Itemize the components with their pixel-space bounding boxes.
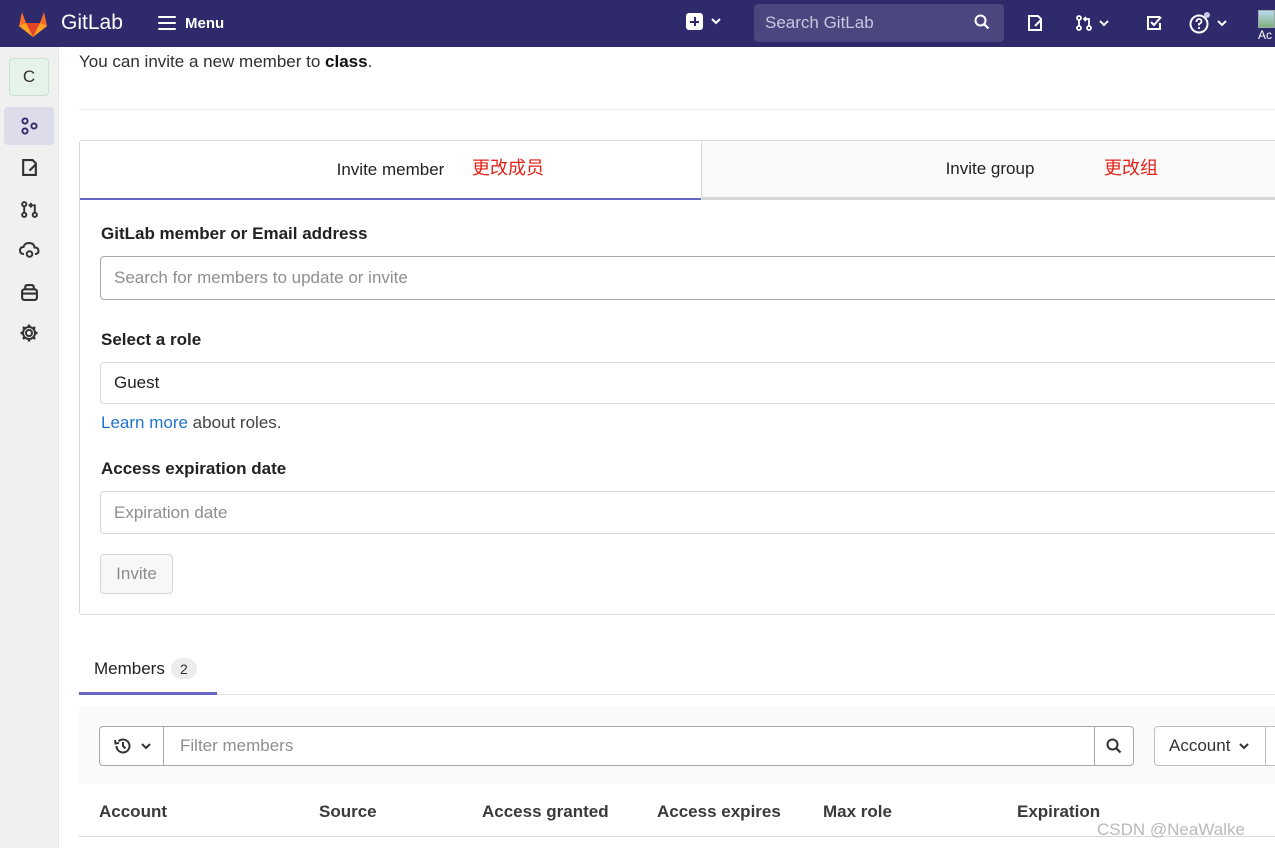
recent-searches-button[interactable] — [99, 726, 164, 766]
expiration-date-input[interactable] — [101, 492, 1275, 533]
expiration-field-label: Access expiration date — [101, 459, 287, 478]
search-icon — [1106, 738, 1122, 754]
chevron-down-icon — [711, 18, 721, 25]
column-header-access-expires[interactable]: Access expires — [657, 802, 781, 822]
tab-members[interactable]: Members 2 — [79, 645, 217, 695]
merge-request-icon — [20, 200, 38, 218]
brand-name[interactable]: GitLab — [61, 11, 123, 35]
search-icon — [974, 14, 990, 30]
members-filter-bar: Account — [79, 706, 1275, 784]
issues-icon — [21, 158, 37, 176]
member-search-input[interactable] — [101, 257, 1275, 299]
members-count-badge: 2 — [170, 658, 197, 679]
sidebar-item-merge-requests[interactable] — [4, 190, 54, 228]
project-overview-icon — [21, 117, 38, 135]
learn-more-text: Learn more about roles. — [101, 413, 282, 432]
sidebar-item-issues[interactable] — [4, 148, 54, 186]
user-avatar[interactable]: Ac — [1258, 10, 1275, 46]
column-header-max-role[interactable]: Max role — [823, 802, 892, 822]
divider — [217, 694, 1275, 695]
chevron-down-icon — [1099, 19, 1109, 26]
project-avatar[interactable]: C — [9, 58, 49, 96]
annotation-note: 更改成员 — [472, 158, 544, 179]
learn-more-link[interactable]: Learn more — [101, 413, 188, 432]
filter-field — [163, 726, 1095, 766]
new-dropdown-button[interactable] — [686, 13, 721, 30]
menu-button[interactable]: Menu — [158, 11, 224, 35]
search-box — [754, 4, 1004, 42]
column-header-source[interactable]: Source — [319, 802, 377, 822]
chevron-down-icon — [141, 742, 151, 749]
help-nav-button[interactable] — [1189, 11, 1227, 35]
sort-direction-button[interactable] — [1265, 726, 1275, 766]
invite-card: Invite member 更改成员 Invite group 更改组 GitL… — [79, 140, 1275, 615]
invite-intro-text: You can invite a new member to class. — [79, 52, 373, 71]
menu-label: Menu — [185, 14, 225, 32]
member-field-label: GitLab member or Email address — [101, 224, 368, 243]
sort-label: Account — [1169, 736, 1231, 755]
sidebar-item-project-overview[interactable] — [4, 107, 54, 145]
invite-button[interactable]: Invite — [100, 554, 173, 594]
divider — [79, 109, 1275, 110]
column-header-account[interactable]: Account — [99, 802, 167, 822]
members-tab-label: Members — [94, 658, 165, 678]
filter-search-button[interactable] — [1094, 726, 1134, 766]
settings-icon — [20, 324, 38, 342]
tab-invite-member[interactable]: Invite member 更改成员 — [80, 141, 701, 200]
tab-label: Invite member — [336, 159, 445, 179]
chevron-down-icon — [1239, 742, 1250, 749]
project-name: class — [325, 52, 368, 71]
chevron-down-icon — [1217, 19, 1227, 26]
left-sidebar: C — [0, 47, 59, 848]
watermark: CSDN @NeaWalke — [1097, 820, 1245, 839]
issues-icon — [1028, 15, 1042, 31]
avatar-image — [1258, 10, 1275, 28]
merge-request-icon — [1076, 15, 1092, 31]
avatar-alt-text: Ac — [1258, 28, 1273, 42]
sidebar-item-deployments[interactable] — [4, 231, 54, 269]
todos-nav-button[interactable] — [1145, 11, 1163, 35]
tab-label: Invite group — [945, 159, 1035, 178]
todo-check-icon — [1147, 16, 1162, 30]
top-navbar: GitLab Menu Ac — [0, 0, 1275, 47]
member-field — [100, 256, 1275, 300]
hamburger-icon — [158, 16, 176, 30]
role-select[interactable]: Guest — [100, 362, 1275, 404]
filter-members-input[interactable] — [164, 727, 1094, 765]
annotation-note: 更改组 — [1103, 158, 1158, 179]
column-header-access-granted[interactable]: Access granted — [482, 802, 609, 822]
package-icon — [20, 283, 38, 301]
sort-dropdown[interactable]: Account — [1154, 726, 1266, 766]
column-header-expiration[interactable]: Expiration — [1017, 802, 1100, 822]
help-icon — [1189, 12, 1210, 34]
issues-nav-button[interactable] — [1026, 11, 1044, 35]
gitlab-logo[interactable] — [17, 8, 49, 38]
cloud-gear-icon — [18, 241, 40, 258]
plus-square-icon — [686, 13, 703, 30]
history-icon — [114, 738, 131, 754]
merge-requests-nav-button[interactable] — [1075, 11, 1109, 35]
invite-tabs: Invite member 更改成员 Invite group 更改组 — [80, 141, 1275, 200]
table-header-divider — [79, 836, 1275, 837]
search-input[interactable] — [754, 4, 964, 42]
role-field-label: Select a role — [101, 330, 202, 349]
tab-invite-group[interactable]: Invite group 更改组 — [700, 141, 1275, 200]
expiration-field — [100, 491, 1275, 534]
sidebar-item-settings[interactable] — [4, 314, 54, 352]
sidebar-item-packages[interactable] — [4, 273, 54, 311]
